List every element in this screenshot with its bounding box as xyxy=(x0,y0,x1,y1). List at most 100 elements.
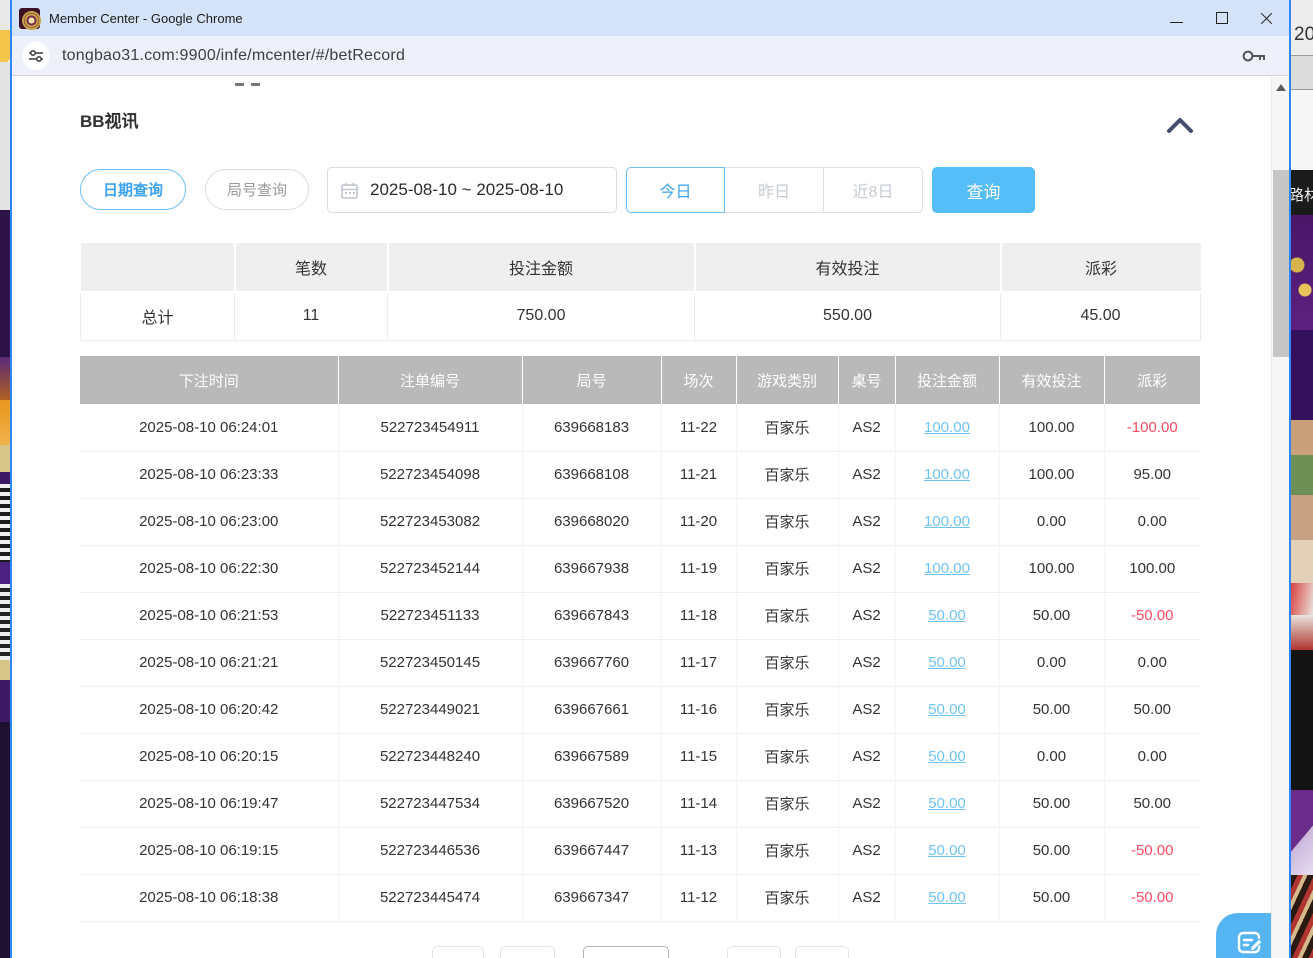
round-query-tab[interactable]: 局号查询 xyxy=(205,169,309,210)
cell-valid-bet: 50.00 xyxy=(999,780,1104,827)
date-query-tab[interactable]: 日期查询 xyxy=(80,169,186,210)
table-row: 2025-08-10 06:20:42522723449021639667661… xyxy=(80,686,1200,733)
close-button[interactable] xyxy=(1244,0,1289,36)
quick-range-group: 今日 昨日 近8日 xyxy=(626,167,923,213)
address-bar[interactable]: tongbao31.com:9900/infe/mcenter/#/betRec… xyxy=(12,36,1289,76)
pagination-page-select-stub[interactable] xyxy=(583,946,669,958)
cell-session: 11-21 xyxy=(661,451,736,498)
scrollbar-up-arrow-icon[interactable] xyxy=(1276,84,1286,91)
browser-window: Member Center - Google Chrome tongbao31.… xyxy=(10,0,1291,958)
pagination-button-stub[interactable] xyxy=(795,946,849,958)
cell-game-type: 百家乐 xyxy=(736,686,838,733)
cell-valid-bet: 50.00 xyxy=(999,827,1104,874)
summary-header-row: 笔数投注金额有效投注派彩 xyxy=(81,243,1201,292)
cell-bet-amount: 50.00 xyxy=(895,780,999,827)
cell-bet-amount: 50.00 xyxy=(895,874,999,921)
calendar-icon xyxy=(341,182,358,199)
cell-time: 2025-08-10 06:19:15 xyxy=(80,827,338,874)
url-text[interactable]: tongbao31.com:9900/infe/mcenter/#/betRec… xyxy=(62,47,405,65)
table-row: 2025-08-10 06:21:21522723450145639667760… xyxy=(80,639,1200,686)
date-range-input[interactable]: 2025-08-10 ~ 2025-08-10 xyxy=(327,167,617,213)
bet-table-header-cell: 下注时间 xyxy=(80,356,338,404)
cell-round-id: 639668020 xyxy=(522,498,661,545)
cell-time: 2025-08-10 06:22:30 xyxy=(80,545,338,592)
table-row: 2025-08-10 06:19:15522723446536639667447… xyxy=(80,827,1200,874)
close-icon xyxy=(1260,12,1273,25)
last-8-days-button[interactable]: 近8日 xyxy=(824,167,923,213)
edit-note-icon xyxy=(1235,928,1265,958)
bet-amount-link[interactable]: 50.00 xyxy=(928,654,966,671)
cell-valid-bet: 50.00 xyxy=(999,686,1104,733)
bet-amount-link[interactable]: 50.00 xyxy=(928,842,966,859)
cell-session: 11-17 xyxy=(661,639,736,686)
table-row: 2025-08-10 06:24:01522723454911639668183… xyxy=(80,404,1200,451)
cell-table-no: AS2 xyxy=(838,639,895,686)
summary-header-cell: 笔数 xyxy=(235,243,388,292)
window-titlebar[interactable]: Member Center - Google Chrome xyxy=(12,0,1289,36)
cell-round-id: 639668183 xyxy=(522,404,661,451)
bet-amount-link[interactable]: 100.00 xyxy=(924,419,970,436)
search-button[interactable]: 查询 xyxy=(932,167,1035,213)
password-key-button[interactable] xyxy=(1241,48,1267,64)
cell-game-type: 百家乐 xyxy=(736,592,838,639)
cell-bet-amount: 50.00 xyxy=(895,733,999,780)
bet-table-header-cell: 桌号 xyxy=(838,356,895,404)
bet-amount-link[interactable]: 100.00 xyxy=(924,466,970,483)
pagination-button-stub[interactable] xyxy=(432,946,484,958)
window-scrollbar[interactable] xyxy=(1271,77,1289,958)
today-button[interactable]: 今日 xyxy=(626,167,725,213)
today-label: 今日 xyxy=(659,178,691,202)
bet-amount-link[interactable]: 50.00 xyxy=(928,607,966,624)
pagination-button-stub[interactable] xyxy=(727,946,781,958)
maximize-button[interactable] xyxy=(1199,0,1244,36)
bet-table-body: 2025-08-10 06:24:01522723454911639668183… xyxy=(80,404,1200,921)
desktop-background-left xyxy=(0,0,10,958)
cell-time: 2025-08-10 06:23:00 xyxy=(80,498,338,545)
bet-amount-link[interactable]: 50.00 xyxy=(928,701,966,718)
bet-amount-link[interactable]: 50.00 xyxy=(928,795,966,812)
scrollbar-thumb[interactable] xyxy=(1273,170,1289,357)
table-row: 2025-08-10 06:23:33522723454098639668108… xyxy=(80,451,1200,498)
page-content: BB视讯 日期查询 局号查询 2025-08-10 ~ 2025-08-10 今… xyxy=(12,77,1289,958)
cell-valid-bet: 0.00 xyxy=(999,639,1104,686)
cell-payout: 50.00 xyxy=(1104,780,1200,827)
cell-bet-id: 522723454911 xyxy=(338,404,522,451)
cell-bet-amount: 100.00 xyxy=(895,451,999,498)
cell-payout: 50.00 xyxy=(1104,686,1200,733)
qr-code-fragment xyxy=(0,584,10,660)
cell-time: 2025-08-10 06:18:38 xyxy=(80,874,338,921)
bet-amount-link[interactable]: 50.00 xyxy=(928,889,966,906)
bet-amount-link[interactable]: 100.00 xyxy=(924,513,970,530)
cell-time: 2025-08-10 06:20:42 xyxy=(80,686,338,733)
bet-amount-link[interactable]: 100.00 xyxy=(924,560,970,577)
cell-bet-amount: 100.00 xyxy=(895,498,999,545)
cell-payout: 0.00 xyxy=(1104,733,1200,780)
bet-table-header-row: 下注时间注单编号局号场次游戏类别桌号投注金额有效投注派彩 xyxy=(80,356,1200,404)
cell-table-no: AS2 xyxy=(838,592,895,639)
cell-payout: -100.00 xyxy=(1104,404,1200,451)
round-query-label: 局号查询 xyxy=(227,179,287,200)
table-row: 2025-08-10 06:21:53522723451133639667843… xyxy=(80,592,1200,639)
minimize-button[interactable] xyxy=(1154,0,1199,36)
cell-bet-id: 522723450145 xyxy=(338,639,522,686)
cell-round-id: 639667843 xyxy=(522,592,661,639)
cell-valid-bet: 50.00 xyxy=(999,592,1104,639)
cell-payout: -50.00 xyxy=(1104,592,1200,639)
cell-table-no: AS2 xyxy=(838,686,895,733)
cell-time: 2025-08-10 06:23:33 xyxy=(80,451,338,498)
table-row: 2025-08-10 06:22:30522723452144639667938… xyxy=(80,545,1200,592)
chevron-up-icon[interactable] xyxy=(1166,115,1194,135)
cell-bet-amount: 100.00 xyxy=(895,545,999,592)
pagination-button-stub[interactable] xyxy=(500,946,555,958)
cell-payout: -50.00 xyxy=(1104,827,1200,874)
bet-amount-link[interactable]: 50.00 xyxy=(928,748,966,765)
cell-table-no: AS2 xyxy=(838,498,895,545)
summary-value-cell: 11 xyxy=(235,292,388,340)
cell-table-no: AS2 xyxy=(838,780,895,827)
cell-time: 2025-08-10 06:21:21 xyxy=(80,639,338,686)
cell-bet-id: 522723446536 xyxy=(338,827,522,874)
yesterday-button[interactable]: 昨日 xyxy=(725,167,824,213)
desktop-clock-fragment: 20 xyxy=(1294,24,1313,46)
cell-session: 11-12 xyxy=(661,874,736,921)
site-settings-button[interactable] xyxy=(22,42,50,70)
